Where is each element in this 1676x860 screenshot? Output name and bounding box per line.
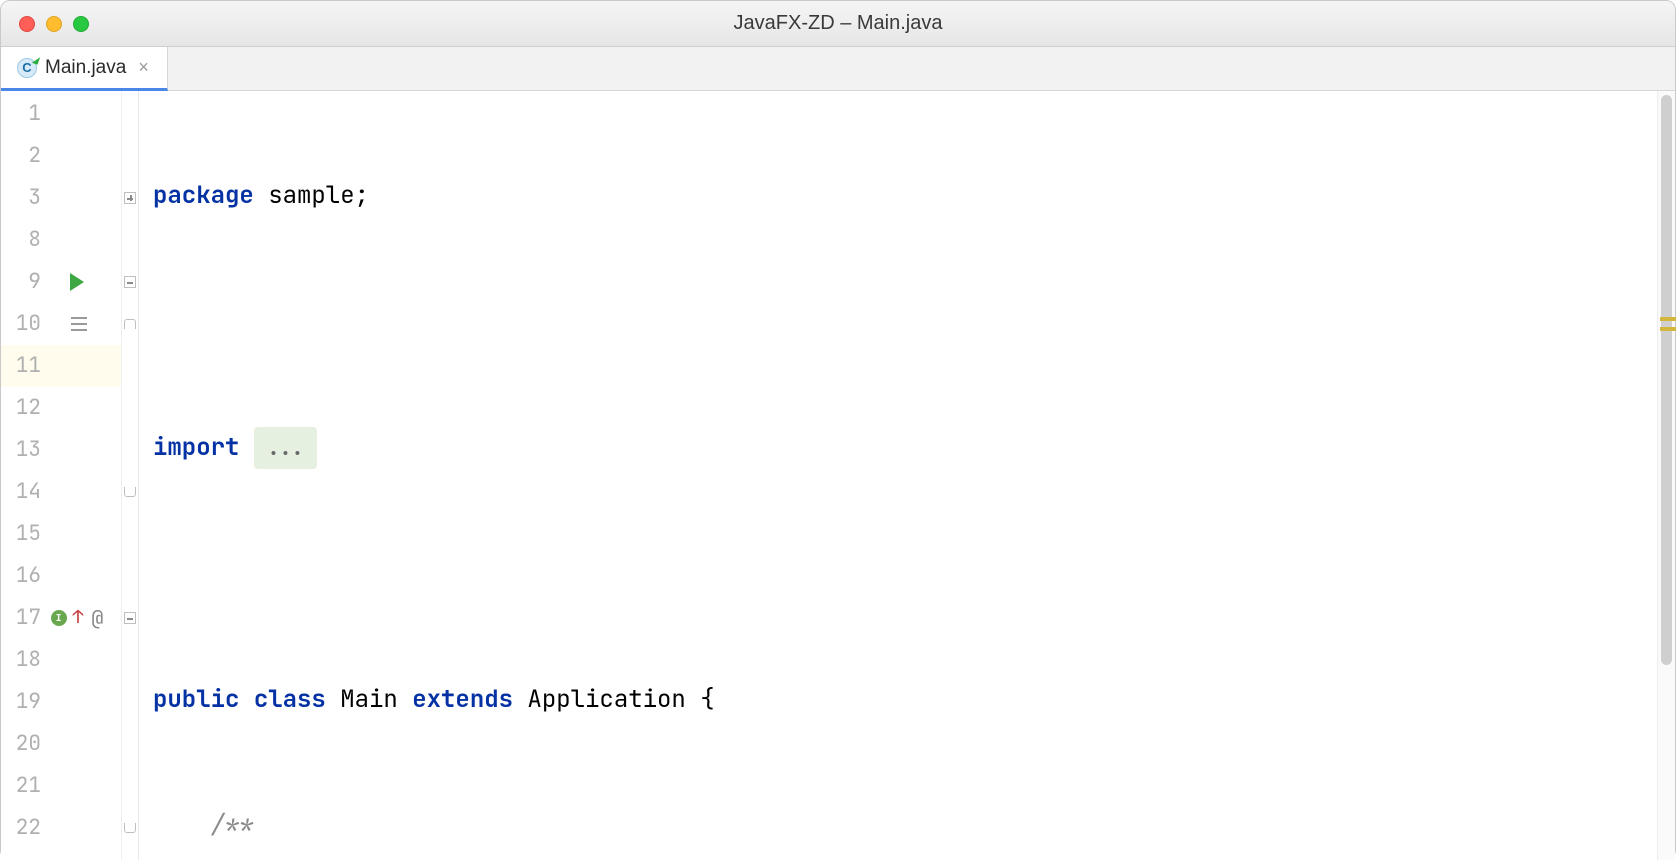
editor[interactable]: 1 2 3 8 9 10 11 12 13 14 15 16 17I↑@ 18 … [1, 91, 1675, 860]
fold-region-start-icon[interactable] [124, 319, 136, 329]
run-gutter-icon[interactable] [70, 273, 84, 291]
code-line[interactable] [153, 553, 1657, 595]
line-number[interactable]: 8 [1, 219, 49, 261]
error-stripe-scrollbar[interactable] [1657, 91, 1675, 860]
window-title: JavaFX-ZD – Main.java [1, 12, 1675, 35]
line-number[interactable]: 18 [1, 639, 49, 681]
code-line[interactable]: package sample; [153, 175, 1657, 217]
line-number[interactable]: 10 [1, 303, 49, 345]
line-number[interactable]: 21 [1, 765, 49, 807]
line-number[interactable]: 15 [1, 513, 49, 555]
titlebar: JavaFX-ZD – Main.java [1, 1, 1675, 47]
warning-marker[interactable] [1660, 317, 1676, 321]
code-line[interactable] [153, 301, 1657, 343]
folded-imports[interactable]: ... [254, 427, 317, 469]
fold-region-end-icon[interactable] [124, 823, 136, 833]
code-line[interactable]: public class Main extends Application { [153, 679, 1657, 721]
line-number[interactable]: 16 [1, 555, 49, 597]
close-window-button[interactable] [19, 16, 35, 32]
tab-main-java[interactable]: C Main.java × [1, 47, 168, 91]
java-class-run-icon: C [17, 58, 37, 78]
line-number[interactable]: 22 [1, 807, 49, 849]
line-number[interactable]: 12 [1, 387, 49, 429]
fold-collapse-icon[interactable] [124, 612, 136, 624]
at-icon: @ [91, 597, 103, 639]
traffic-lights [19, 16, 89, 32]
line-number[interactable]: 19 [1, 681, 49, 723]
tab-label: Main.java [45, 57, 126, 79]
line-number[interactable]: 17 [1, 597, 49, 639]
line-number[interactable]: 2 [1, 135, 49, 177]
fold-collapse-icon[interactable] [124, 276, 136, 288]
line-number[interactable]: 14 [1, 471, 49, 513]
paragraph-icon[interactable] [67, 316, 87, 332]
warning-marker[interactable] [1660, 327, 1676, 331]
line-number[interactable]: 9 [1, 261, 49, 303]
code-area[interactable]: package sample; import ... public class … [139, 91, 1657, 860]
overrides-up-arrow-icon[interactable]: ↑ [73, 597, 84, 639]
code-line[interactable]: import ... [153, 427, 1657, 469]
tabbar: C Main.java × [1, 47, 1675, 91]
code-line[interactable]: /** [153, 805, 1657, 847]
fold-column[interactable] [121, 91, 139, 860]
line-number[interactable]: 13 [1, 429, 49, 471]
override-gutter-icon[interactable]: I [51, 610, 67, 626]
line-number[interactable]: 11 [1, 345, 49, 387]
line-number[interactable]: 20 [1, 723, 49, 765]
line-number[interactable]: 1 [1, 93, 49, 135]
fold-expand-icon[interactable] [124, 192, 136, 204]
fold-region-end-icon[interactable] [124, 487, 136, 497]
zoom-window-button[interactable] [73, 16, 89, 32]
scrollbar-thumb[interactable] [1661, 95, 1672, 665]
line-number[interactable]: 3 [1, 177, 49, 219]
gutter[interactable]: 1 2 3 8 9 10 11 12 13 14 15 16 17I↑@ 18 … [1, 91, 121, 860]
close-tab-button[interactable]: × [134, 57, 153, 78]
minimize-window-button[interactable] [46, 16, 62, 32]
